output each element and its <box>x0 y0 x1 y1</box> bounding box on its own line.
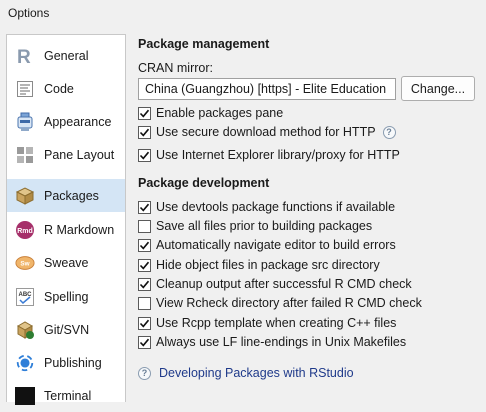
svg-text:Rmd: Rmd <box>17 228 33 235</box>
svg-text:ABC: ABC <box>19 292 33 298</box>
rmarkdown-icon: Rmd <box>15 220 35 240</box>
sidebar-item-label: Publishing <box>44 355 102 370</box>
sidebar-item-label: Git/SVN <box>44 322 90 337</box>
checkbox-secure-download[interactable]: Use secure download method for HTTP ? <box>138 124 396 140</box>
checkbox-enable-packages-pane[interactable]: Enable packages pane <box>138 105 283 121</box>
checkbox[interactable] <box>138 125 151 139</box>
checkbox-view-rcheck[interactable]: View Rcheck directory after failed R CMD… <box>138 295 422 311</box>
options-dialog: R General Code Appearance Pane Layout Pa… <box>0 26 486 405</box>
checkbox[interactable] <box>138 219 151 233</box>
checkbox-label: Automatically navigate editor to build e… <box>156 238 396 252</box>
title-bar: Options <box>0 0 486 26</box>
sidebar-item-label: Sweave <box>44 255 89 270</box>
pane-layout-icon <box>15 145 35 165</box>
sidebar-item-label: Packages <box>44 188 99 203</box>
cran-mirror-field[interactable] <box>138 78 396 100</box>
sidebar-item-general[interactable]: R General <box>7 39 125 72</box>
checkbox-label: Save all files prior to building package… <box>156 219 373 233</box>
svg-text:Sw: Sw <box>20 260 29 267</box>
checkbox-ie-proxy[interactable]: Use Internet Explorer library/proxy for … <box>138 147 400 163</box>
sidebar-item-pane-layout[interactable]: Pane Layout <box>7 138 125 171</box>
checkbox-lf-line-endings[interactable]: Always use LF line-endings in Unix Makef… <box>138 334 406 350</box>
checkbox-label: Use Internet Explorer library/proxy for … <box>156 148 400 162</box>
sweave-icon: Sw <box>15 253 35 273</box>
sidebar-item-label: R Markdown <box>44 222 115 237</box>
checkbox-label: Cleanup output after successful R CMD ch… <box>156 277 412 291</box>
options-sidebar: R General Code Appearance Pane Layout Pa… <box>6 34 126 405</box>
developing-packages-link[interactable]: ? Developing Packages with RStudio <box>138 366 354 380</box>
r-logo-icon: R <box>15 46 35 66</box>
checkbox-navigate-build-errors[interactable]: Automatically navigate editor to build e… <box>138 237 396 253</box>
checkbox-label: Use secure download method for HTTP <box>156 125 376 139</box>
checkbox[interactable] <box>138 258 151 272</box>
section-title-package-development: Package development <box>138 176 270 190</box>
link-label[interactable]: Developing Packages with RStudio <box>159 366 354 380</box>
sidebar-item-terminal[interactable]: Terminal <box>7 379 125 412</box>
checkbox-save-all-files[interactable]: Save all files prior to building package… <box>138 218 372 234</box>
checkbox-label: Hide object files in package src directo… <box>156 258 380 272</box>
code-icon <box>15 79 35 99</box>
sidebar-item-label: Spelling <box>44 289 89 304</box>
publishing-icon <box>15 353 35 373</box>
spelling-icon: ABC <box>15 287 35 307</box>
sidebar-item-code[interactable]: Code <box>7 72 125 105</box>
checkbox[interactable] <box>138 335 151 349</box>
sidebar-item-label: Terminal <box>44 388 92 403</box>
checkbox[interactable] <box>138 148 151 162</box>
window-title: Options <box>8 6 50 20</box>
checkbox-rcpp-template[interactable]: Use Rcpp template when creating C++ file… <box>138 315 396 331</box>
checkbox-label: Use Rcpp template when creating C++ file… <box>156 316 397 330</box>
help-icon[interactable]: ? <box>382 125 396 139</box>
terminal-icon <box>15 386 35 406</box>
section-title-package-management: Package management <box>138 37 270 51</box>
checkbox-label: View Rcheck directory after failed R CMD… <box>156 296 422 310</box>
sidebar-item-label: General <box>44 48 89 63</box>
svg-text:R: R <box>17 47 31 66</box>
checkbox[interactable] <box>138 106 151 120</box>
help-icon: ? <box>138 366 151 380</box>
checkbox-cleanup-output[interactable]: Cleanup output after successful R CMD ch… <box>138 276 412 292</box>
checkbox-hide-object-files[interactable]: Hide object files in package src directo… <box>138 257 380 273</box>
sidebar-item-appearance[interactable]: Appearance <box>7 105 125 138</box>
checkbox[interactable] <box>138 316 151 330</box>
packages-icon <box>15 186 35 206</box>
checkbox[interactable] <box>138 200 151 214</box>
checkbox-label: Always use LF line-endings in Unix Makef… <box>156 335 407 349</box>
sidebar-item-label: Pane Layout <box>44 147 115 162</box>
sidebar-item-sweave[interactable]: Sw Sweave <box>7 246 125 279</box>
sidebar-item-git-svn[interactable]: Git/SVN <box>7 313 125 346</box>
cran-mirror-label: CRAN mirror: <box>138 61 213 75</box>
appearance-icon <box>15 112 35 132</box>
sidebar-item-spelling[interactable]: ABC Spelling <box>7 280 125 313</box>
sidebar-item-label: Code <box>44 81 74 96</box>
sidebar-item-packages[interactable]: Packages <box>7 179 125 212</box>
checkbox[interactable] <box>138 277 151 291</box>
checkbox-label: Enable packages pane <box>156 106 284 120</box>
change-mirror-button[interactable]: Change... <box>401 76 475 101</box>
git-icon <box>15 320 35 340</box>
checkbox-devtools[interactable]: Use devtools package functions if availa… <box>138 199 395 215</box>
checkbox-label: Use devtools package functions if availa… <box>156 200 396 214</box>
sidebar-item-label: Appearance <box>44 114 112 129</box>
packages-panel: Package management CRAN mirror: Change..… <box>130 26 486 402</box>
sidebar-item-r-markdown[interactable]: Rmd R Markdown <box>7 213 125 246</box>
sidebar-item-publishing[interactable]: Publishing <box>7 346 125 379</box>
checkbox[interactable] <box>138 296 151 310</box>
checkbox[interactable] <box>138 238 151 252</box>
